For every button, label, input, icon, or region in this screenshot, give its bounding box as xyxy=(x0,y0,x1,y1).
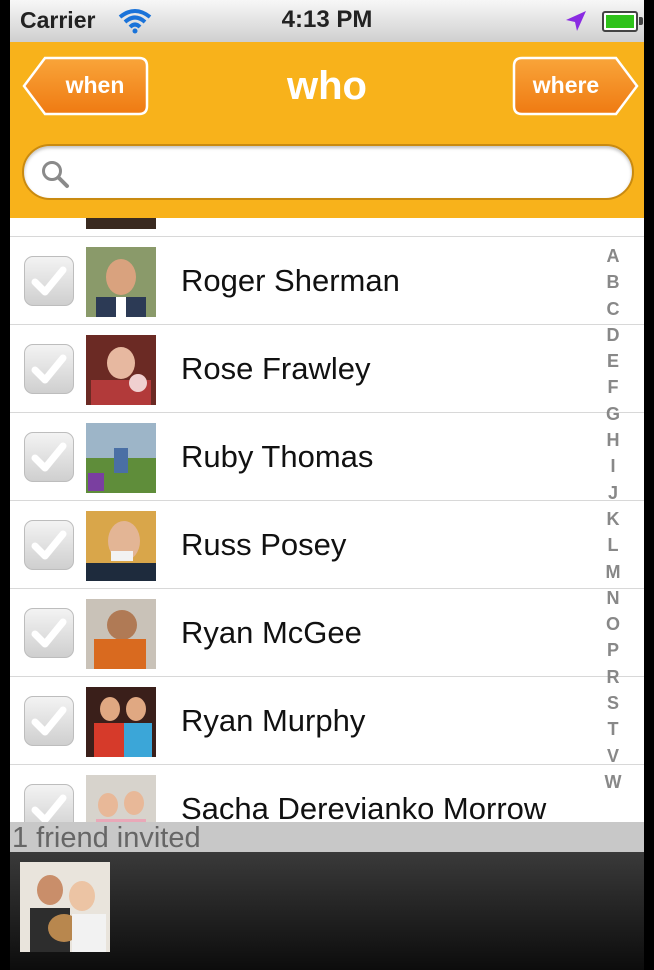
list-row[interactable]: Ryan Murphy xyxy=(10,677,644,765)
index-letter[interactable]: V xyxy=(596,743,630,769)
search-bar[interactable] xyxy=(22,144,634,200)
index-letter[interactable]: K xyxy=(596,506,630,532)
friend-name: Rose Frawley xyxy=(181,351,371,386)
friend-name: Ryan Murphy xyxy=(181,703,366,738)
invite-checkbox[interactable] xyxy=(24,256,74,306)
checkmark-icon xyxy=(31,794,67,822)
invite-checkbox[interactable] xyxy=(24,344,74,394)
index-letter[interactable]: M xyxy=(596,559,630,585)
index-letter[interactable]: E xyxy=(596,348,630,374)
friend-avatar xyxy=(86,218,156,229)
friend-avatar xyxy=(86,599,156,669)
index-letter[interactable]: T xyxy=(596,716,630,742)
index-letter[interactable]: J xyxy=(596,480,630,506)
invite-checkbox[interactable] xyxy=(24,520,74,570)
list-row[interactable]: Ryan McGee xyxy=(10,589,644,677)
list-row[interactable]: Ruby Thomas xyxy=(10,413,644,501)
friend-avatar xyxy=(86,775,156,822)
friend-avatar xyxy=(86,335,156,405)
checkmark-icon xyxy=(31,618,67,648)
search-icon xyxy=(42,161,69,188)
invited-bar: 1 friend invited xyxy=(10,822,644,854)
phone-screen: Carrier 4:13 PM when who where Roger She… xyxy=(10,0,644,970)
list-row[interactable]: Roger Sherman xyxy=(10,237,644,325)
invited-friend-avatar[interactable] xyxy=(20,862,110,952)
forward-where-button[interactable]: where xyxy=(512,56,640,116)
index-letter[interactable]: N xyxy=(596,585,630,611)
checkmark-icon xyxy=(31,354,67,384)
friend-name: Roger Sherman xyxy=(181,263,400,298)
invite-checkbox[interactable] xyxy=(24,784,74,822)
index-letter[interactable]: L xyxy=(596,532,630,558)
friend-avatar xyxy=(86,423,156,493)
forward-where-label: where xyxy=(532,72,600,98)
search-input[interactable] xyxy=(80,154,614,192)
nav-header: when who where xyxy=(10,42,644,218)
checkmark-icon xyxy=(31,706,67,736)
index-letter[interactable]: D xyxy=(596,322,630,348)
invited-tray xyxy=(10,852,644,970)
alphabet-index[interactable]: ABCDEFGHIJKLMNOPRSTVW xyxy=(596,243,630,795)
index-letter[interactable]: R xyxy=(596,664,630,690)
list-row[interactable]: Rose Frawley xyxy=(10,325,644,413)
invite-checkbox[interactable] xyxy=(24,696,74,746)
friend-name: Ryan McGee xyxy=(181,615,362,650)
checkmark-icon xyxy=(31,442,67,472)
invite-checkbox[interactable] xyxy=(24,432,74,482)
friend-avatar xyxy=(86,511,156,581)
index-letter[interactable]: F xyxy=(596,374,630,400)
status-bar: Carrier 4:13 PM xyxy=(10,0,644,43)
index-letter[interactable]: G xyxy=(596,401,630,427)
friend-name: Russ Posey xyxy=(181,527,347,562)
friend-name: Ruby Thomas xyxy=(181,439,374,474)
index-letter[interactable]: W xyxy=(596,769,630,795)
index-letter[interactable]: A xyxy=(596,243,630,269)
invited-count-label: 1 friend invited xyxy=(12,822,201,854)
friend-avatar xyxy=(86,247,156,317)
index-letter[interactable]: B xyxy=(596,269,630,295)
index-letter[interactable]: S xyxy=(596,690,630,716)
invite-checkbox[interactable] xyxy=(24,608,74,658)
list-row[interactable]: Sacha Derevianko Morrow xyxy=(10,765,644,822)
index-letter[interactable]: I xyxy=(596,453,630,479)
checkmark-icon xyxy=(31,266,67,296)
friend-name: Sacha Derevianko Morrow xyxy=(181,791,547,822)
checkmark-icon xyxy=(31,530,67,560)
index-letter[interactable]: P xyxy=(596,637,630,663)
clock: 4:13 PM xyxy=(281,6,373,33)
friend-avatar xyxy=(86,687,156,757)
list-row[interactable]: Russ Posey xyxy=(10,501,644,589)
battery-icon xyxy=(602,11,643,32)
location-arrow-icon xyxy=(566,11,586,31)
index-letter[interactable]: C xyxy=(596,296,630,322)
friend-list[interactable]: Roger Sherman Rose Frawley Ruby Thomas R… xyxy=(10,218,644,822)
index-letter[interactable]: H xyxy=(596,427,630,453)
list-row-partial[interactable] xyxy=(10,218,644,237)
index-letter[interactable]: O xyxy=(596,611,630,637)
